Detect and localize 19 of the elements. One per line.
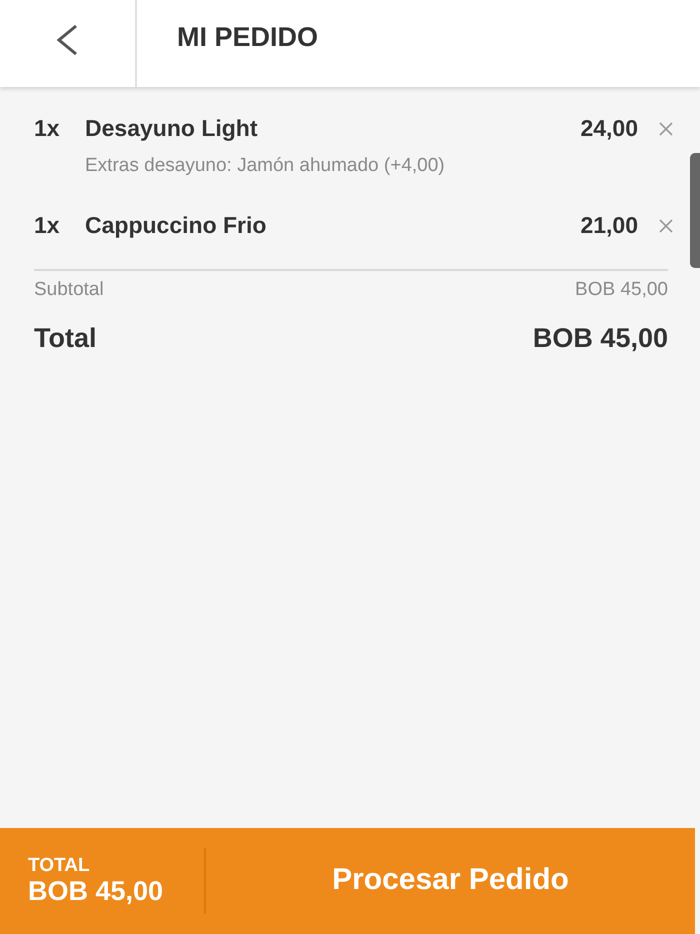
subtotal-label: Subtotal	[34, 279, 104, 301]
item-quantity: 1x	[34, 212, 61, 239]
remove-icon[interactable]	[658, 218, 674, 234]
item-price: 24,00	[580, 115, 638, 142]
item-quantity: 1x	[34, 115, 61, 142]
item-name: Desayuno Light	[85, 115, 259, 142]
remove-icon[interactable]	[658, 120, 674, 136]
total-value: BOB 45,00	[532, 323, 668, 354]
item-price: 21,00	[580, 212, 638, 239]
item-extras: Extras desayuno: Jamón ahumado (+4,00)	[85, 154, 446, 178]
footer-total-label: TOTAL	[28, 856, 91, 876]
footer-total-value: BOB 45,00	[28, 876, 164, 906]
subtotal-value: BOB 45,00	[575, 279, 668, 301]
total-label: Total	[34, 323, 96, 354]
scrollbar[interactable]	[690, 153, 700, 268]
back-button[interactable]	[0, 0, 137, 87]
page-title: MI PEDIDO	[176, 21, 318, 54]
item-name: Cappuccino Frio	[85, 212, 268, 239]
process-order-button[interactable]: Procesar Pedido	[206, 828, 695, 934]
